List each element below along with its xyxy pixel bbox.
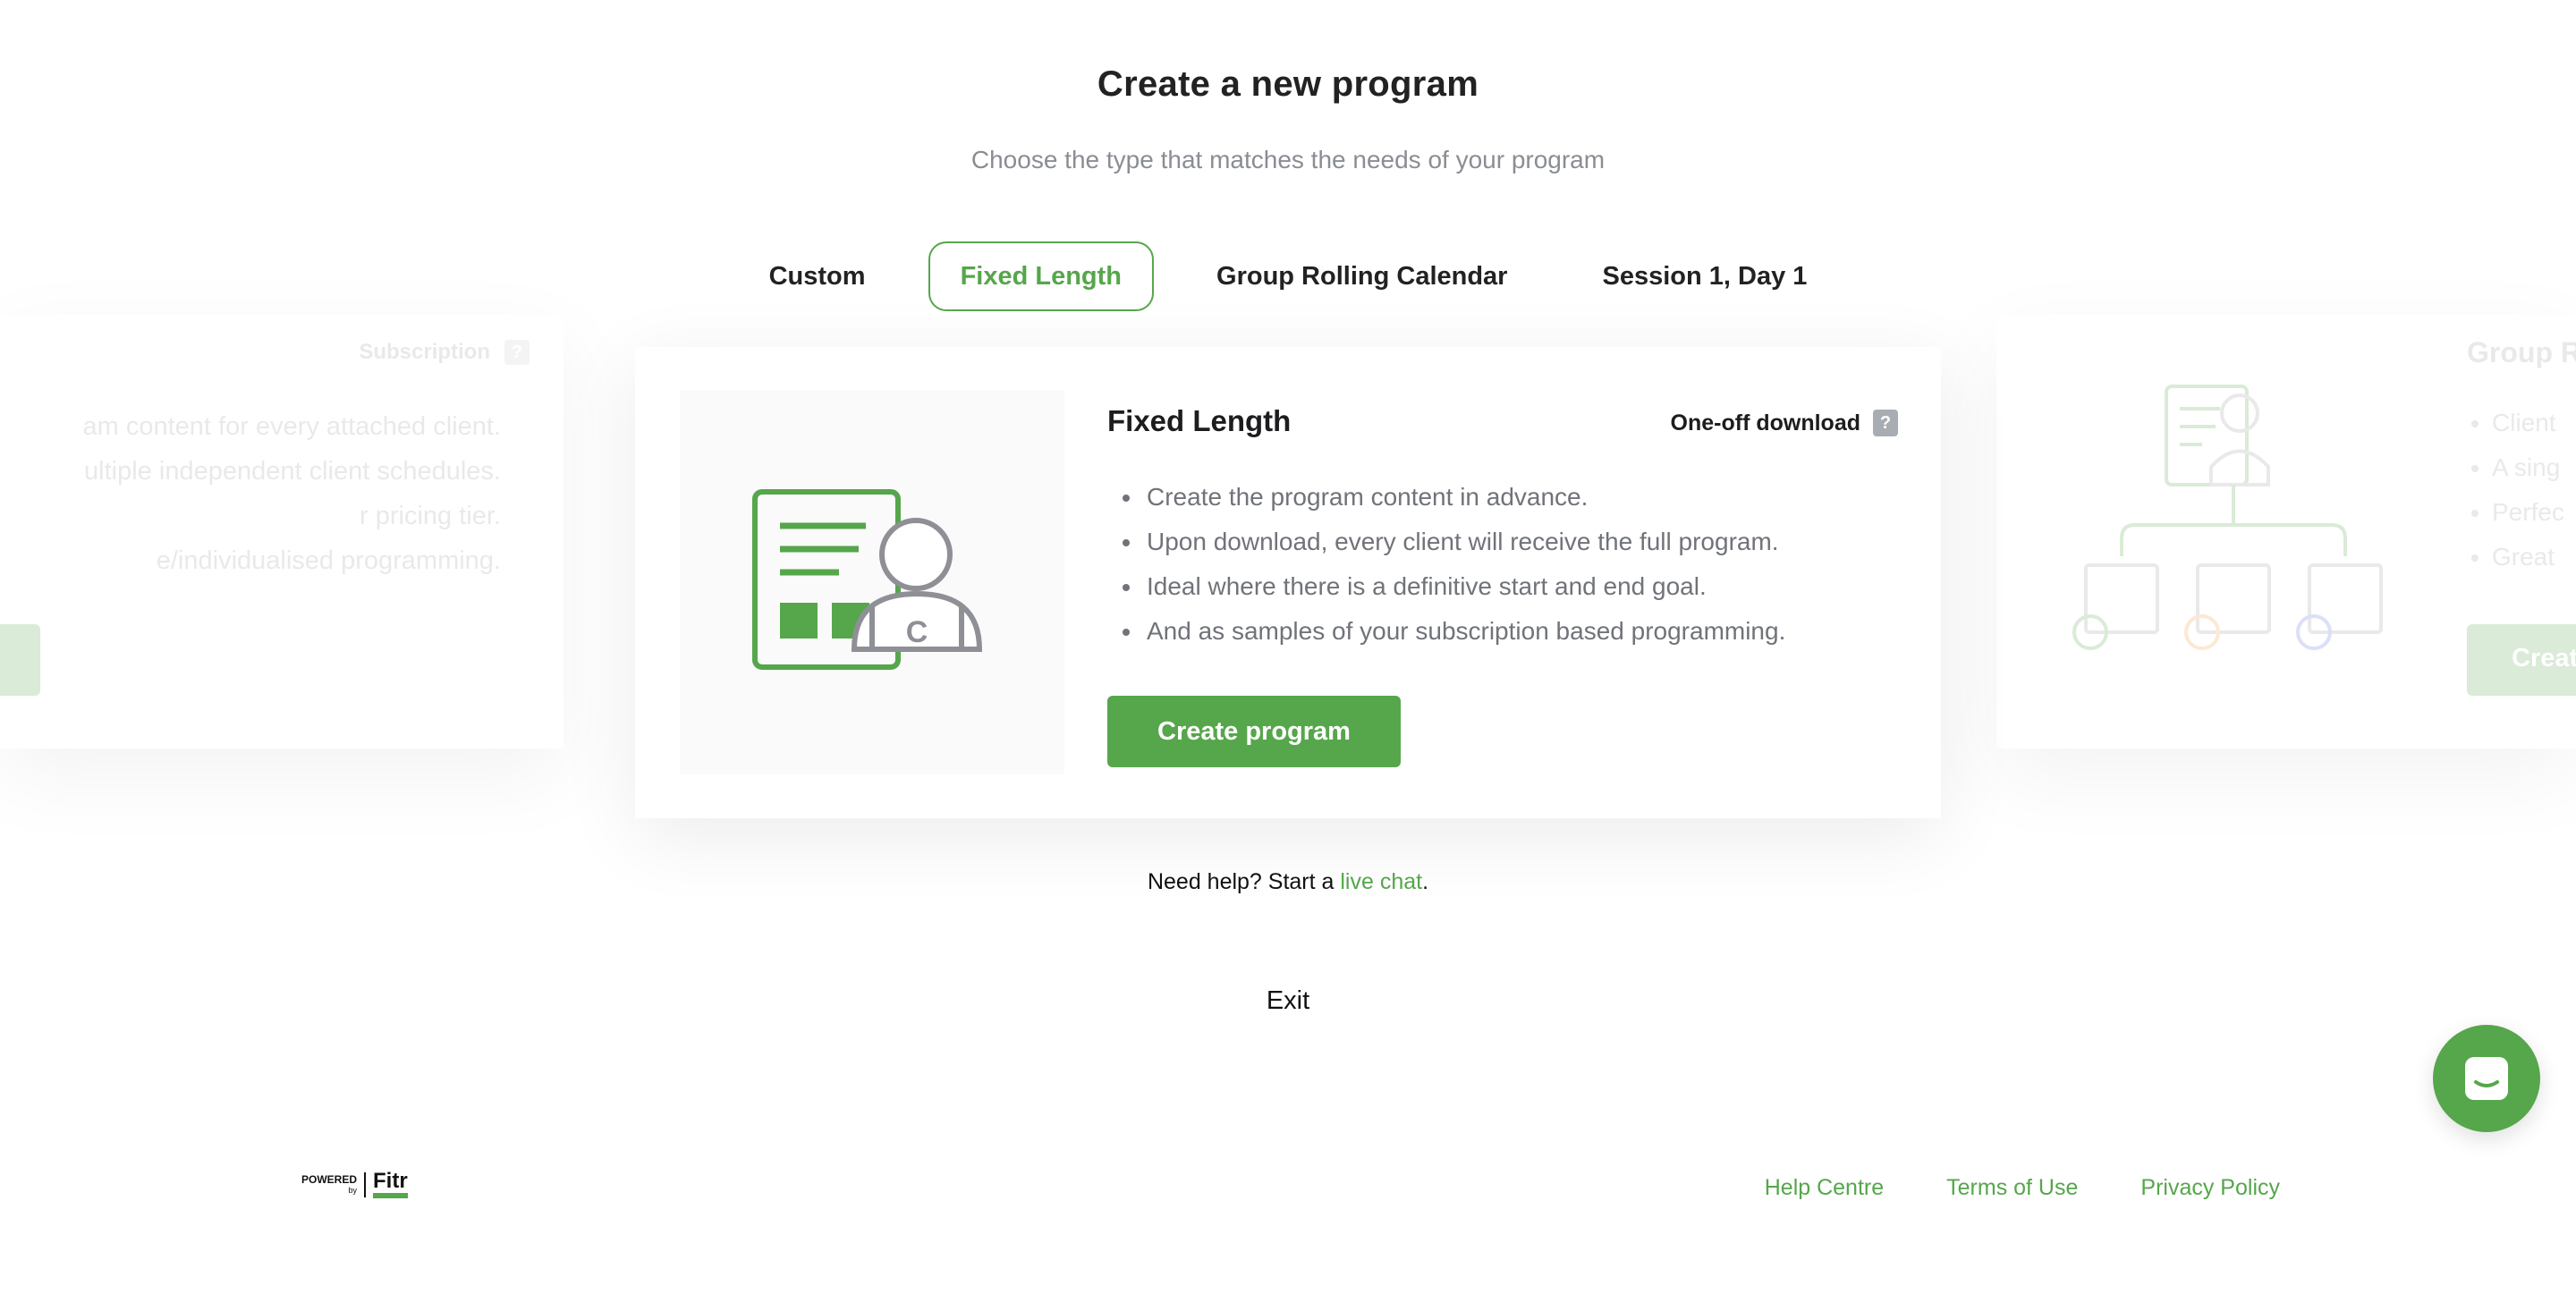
create-program-button[interactable]: Create program [1107,696,1401,767]
question-icon: ? [504,340,530,365]
ghost-create-button[interactable]: Creat [2467,624,2576,696]
help-prefix: Need help? Start a [1147,869,1341,894]
tab-group-rolling-calendar[interactable]: Group Rolling Calendar [1184,241,1539,311]
program-type-card: C Fixed Length One-off download ? Create… [635,347,1941,818]
list-item: Create the program content in advance. [1143,475,1785,520]
chat-bubble-icon [2465,1057,2508,1100]
list-item: Perfec [2492,490,2564,535]
card-title: Fixed Length [1107,404,1292,437]
logo-divider [364,1172,367,1197]
ghost-card-subscription[interactable]: Subscription ? am content for every atta… [0,315,564,749]
footer: POWERED by Fitr Help Centre Terms of Use… [0,1163,2576,1216]
list-item: Ideal where there is a definitive start … [1143,564,1785,609]
list-item: Great [2492,535,2564,579]
terms-of-use-link[interactable]: Terms of Use [1946,1175,2078,1201]
chat-launcher-button[interactable] [2433,1025,2540,1132]
ghost-badge-label: Subscription [359,340,490,364]
program-document-user-icon: C [752,489,983,670]
powered-label: POWERED [301,1173,358,1186]
feature-list: Create the program content in advance. U… [1143,475,1785,654]
exit-button[interactable]: Exit [1267,986,1309,1015]
privacy-policy-link[interactable]: Privacy Policy [2140,1175,2280,1201]
list-item: And as samples of your subscription base… [1143,609,1785,654]
powered-by-text: POWERED by [301,1174,357,1196]
list-item: am content for every attached client. [82,412,501,441]
download-type-badge: One-off download ? [1671,410,1898,436]
ghost-badge: Subscription ? [359,340,530,365]
logo-underline [373,1193,408,1198]
ghost-title: Group R [2467,336,2576,368]
help-text: Need help? Start a live chat. [0,869,2576,895]
live-chat-link[interactable]: live chat [1340,869,1422,894]
program-type-tabs: Custom Fixed Length Group Rolling Calend… [0,241,2576,311]
list-item: e/individualised programming. [156,546,501,575]
list-item: A sing [2492,445,2564,490]
ghost-card-group-rolling[interactable]: Group R Client A sing Perfec Great Creat [1996,315,2576,749]
fitr-logo: Fitr [373,1171,408,1198]
list-item: r pricing tier. [360,502,501,530]
list-item: Client [2492,401,2564,445]
tab-fixed-length[interactable]: Fixed Length [928,241,1155,311]
by-label: by [348,1186,358,1195]
brand-name: Fitr [373,1169,408,1193]
group-calendar-icon [2068,377,2399,668]
list-item: ultiple independent client schedules. [84,457,501,486]
ghost-list: am content for every attached client. ul… [83,404,501,583]
ghost-list: Client A sing Perfec Great [2467,401,2564,579]
question-icon[interactable]: ? [1873,410,1898,436]
download-type-label: One-off download [1670,410,1860,436]
svg-text:C: C [906,615,928,649]
help-centre-link[interactable]: Help Centre [1765,1175,1884,1201]
tab-custom[interactable]: Custom [737,241,898,311]
list-item: Upon download, every client will receive… [1143,520,1785,564]
powered-by-logo: POWERED by Fitr [301,1171,408,1198]
exit-wrapper: Exit [0,986,2576,1016]
illustration-panel: C [680,390,1064,774]
footer-links: Help Centre Terms of Use Privacy Policy [1765,1175,2280,1201]
help-suffix: . [1422,869,1429,894]
page-subtitle: Choose the type that matches the needs o… [970,146,1606,173]
ghost-create-button[interactable] [0,624,40,696]
page-title: Create a new program [1097,64,1479,104]
tab-session-1-day-1[interactable]: Session 1, Day 1 [1570,241,1839,311]
